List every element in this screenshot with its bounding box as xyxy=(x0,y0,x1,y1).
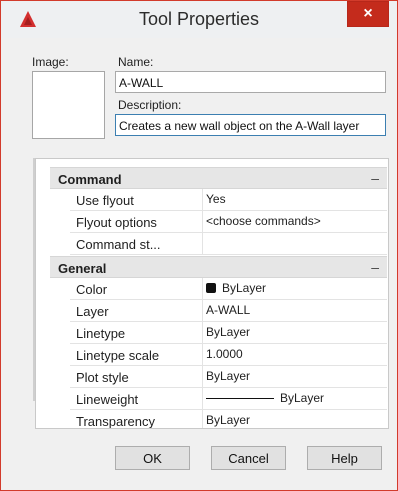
property-value[interactable]: ByLayer xyxy=(206,325,250,339)
column-divider xyxy=(202,189,203,211)
collapse-icon[interactable]: – xyxy=(371,259,379,275)
column-divider xyxy=(202,278,203,300)
property-row-plot-style[interactable]: Plot style ByLayer xyxy=(70,366,387,388)
property-value[interactable]: A-WALL xyxy=(206,303,250,317)
property-row-layer[interactable]: Layer A-WALL xyxy=(70,300,387,322)
name-input[interactable]: A-WALL xyxy=(115,71,386,93)
property-row-linetype-scale[interactable]: Linetype scale 1.0000 xyxy=(70,344,387,366)
close-icon: × xyxy=(363,5,373,22)
property-value-lineweight[interactable]: ByLayer xyxy=(206,391,324,405)
close-button[interactable]: × xyxy=(347,1,389,27)
column-divider xyxy=(202,211,203,233)
section-title: Command xyxy=(58,172,122,187)
property-value[interactable]: Yes xyxy=(206,192,226,206)
help-button[interactable]: Help xyxy=(307,446,382,470)
color-swatch-icon xyxy=(206,283,216,293)
property-name: Linetype scale xyxy=(76,348,160,363)
property-row-flyout-options[interactable]: Flyout options <choose commands> xyxy=(70,211,387,233)
name-label: Name: xyxy=(118,55,154,69)
property-value[interactable]: ByLayer xyxy=(206,413,250,427)
property-name: Transparency xyxy=(76,414,155,429)
column-divider xyxy=(202,322,203,344)
collapse-icon[interactable]: – xyxy=(371,170,379,186)
column-divider xyxy=(202,366,203,388)
property-name: Plot style xyxy=(76,370,129,385)
properties-grid: Command – Use flyout Yes Flyout options … xyxy=(35,158,389,429)
cancel-button[interactable]: Cancel xyxy=(211,446,286,470)
section-general-header[interactable]: General – xyxy=(50,256,387,278)
property-row-lineweight[interactable]: Lineweight ByLayer xyxy=(70,388,387,410)
property-row-transparency[interactable]: Transparency ByLayer xyxy=(70,410,387,429)
property-value-color[interactable]: ByLayer xyxy=(206,281,266,295)
dialog-title: Tool Properties xyxy=(138,9,260,29)
description-input[interactable]: Creates a new wall object on the A-Wall … xyxy=(115,114,386,136)
property-value: ByLayer xyxy=(222,281,267,295)
property-name: Use flyout xyxy=(76,193,134,208)
property-row-command-string[interactable]: Command st... xyxy=(70,233,387,255)
property-value[interactable]: <choose commands> xyxy=(206,214,321,228)
property-name: Color xyxy=(76,282,108,297)
ok-button[interactable]: OK xyxy=(115,446,190,470)
property-name: Lineweight xyxy=(76,392,139,407)
section-title: General xyxy=(58,261,107,276)
column-divider xyxy=(202,388,203,410)
property-value[interactable]: 1.0000 xyxy=(206,347,243,361)
property-value: ByLayer xyxy=(280,391,325,405)
image-label: Image: xyxy=(32,55,69,69)
section-command-header[interactable]: Command – xyxy=(50,167,387,189)
tool-properties-dialog: Tool Properties × Image: Name: A-WALL De… xyxy=(0,0,398,491)
property-name: Command st... xyxy=(76,237,161,252)
property-name: Flyout options xyxy=(76,215,157,230)
property-row-color[interactable]: Color ByLayer xyxy=(70,278,387,300)
column-divider xyxy=(202,344,203,366)
tool-image-preview[interactable] xyxy=(32,71,105,139)
property-name: Linetype xyxy=(76,326,126,341)
property-row-linetype[interactable]: Linetype ByLayer xyxy=(70,322,387,344)
description-label: Description: xyxy=(118,98,182,112)
property-name: Layer xyxy=(76,304,109,319)
column-divider xyxy=(202,410,203,428)
title-bar: Tool Properties × xyxy=(1,1,397,38)
column-divider xyxy=(202,300,203,322)
lineweight-preview-icon xyxy=(206,398,274,399)
column-divider xyxy=(202,233,203,255)
property-value[interactable]: ByLayer xyxy=(206,369,250,383)
property-row-use-flyout[interactable]: Use flyout Yes xyxy=(70,189,387,211)
